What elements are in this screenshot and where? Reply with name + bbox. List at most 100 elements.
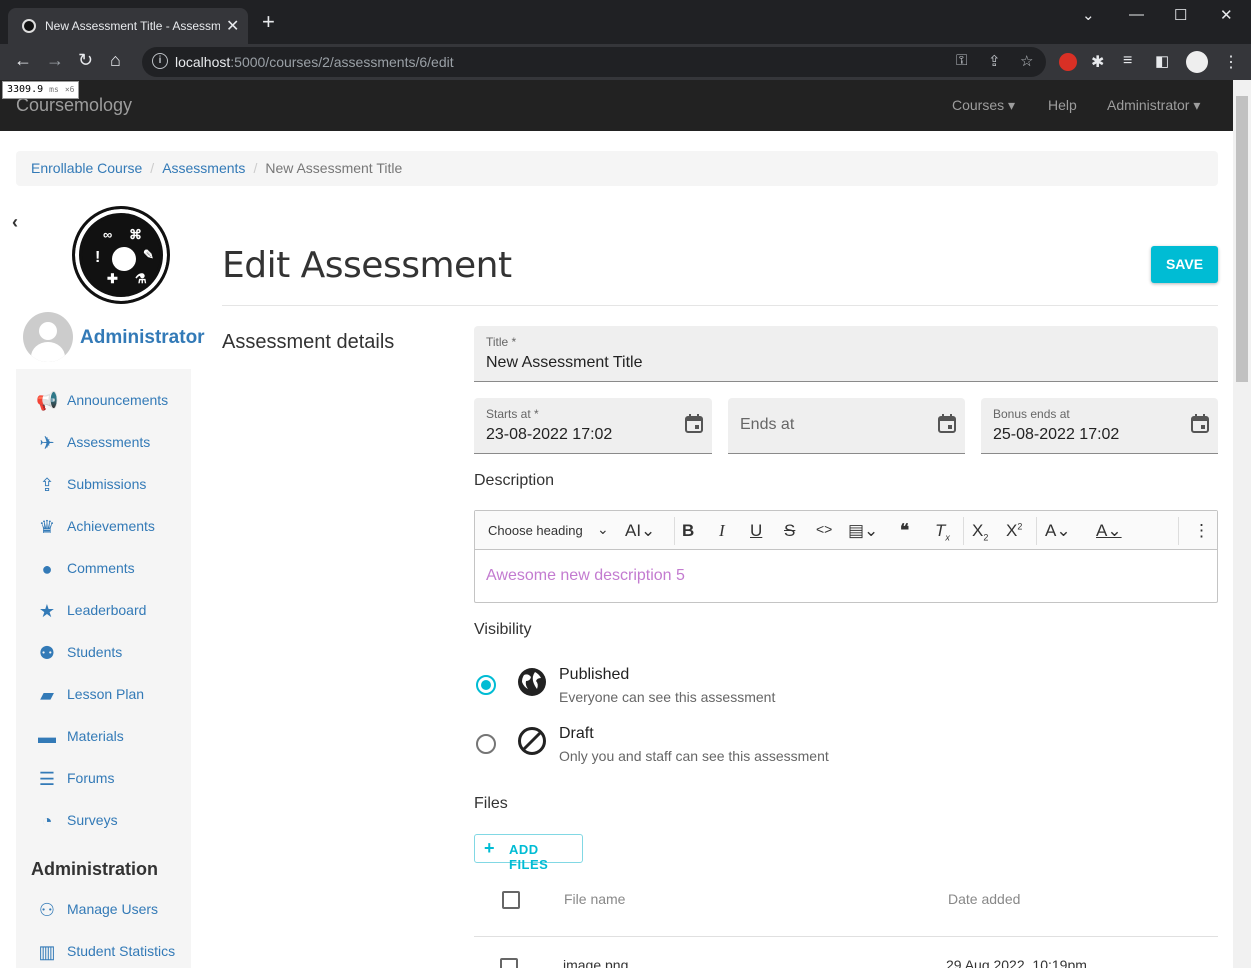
superscript-icon[interactable]: X2 bbox=[1006, 521, 1022, 541]
ends-at-field[interactable]: Ends at bbox=[728, 398, 965, 454]
megaphone-icon: 📢 bbox=[36, 391, 59, 411]
draft-radio[interactable] bbox=[476, 734, 496, 754]
published-title: Published bbox=[559, 666, 630, 683]
extension-red-icon[interactable] bbox=[1059, 53, 1077, 71]
favicon-icon bbox=[22, 19, 36, 33]
pie-chart-icon: ◔ bbox=[41, 811, 53, 831]
underline-icon[interactable]: U bbox=[750, 521, 762, 541]
font-color-icon[interactable]: A⌄ bbox=[1096, 521, 1122, 541]
collapse-sidebar-icon[interactable]: ‹ bbox=[12, 212, 18, 233]
browser-titlebar: New Assessment Title - Assessments ✕ + ⌄… bbox=[0, 0, 1251, 44]
page-scrollbar[interactable] bbox=[1233, 80, 1251, 968]
logo-plus-icon: ✚ bbox=[107, 271, 118, 286]
help-link[interactable]: Help bbox=[1048, 97, 1077, 113]
table-divider bbox=[474, 936, 1218, 937]
profile-avatar[interactable] bbox=[1186, 51, 1208, 73]
published-radio[interactable] bbox=[476, 675, 496, 695]
calendar-icon[interactable] bbox=[684, 414, 704, 434]
user-plus-icon: ⚇ bbox=[38, 900, 56, 920]
username-link[interactable]: Administrator bbox=[80, 327, 205, 349]
blockquote-icon[interactable]: ❝ bbox=[900, 521, 909, 541]
italic-icon[interactable]: I bbox=[719, 521, 725, 541]
extensions-puzzle-icon[interactable]: ✱ bbox=[1091, 52, 1104, 72]
more-options-icon[interactable]: ⋮ bbox=[1193, 521, 1210, 541]
date-added-cell: 29 Aug 2022, 10:19pm bbox=[946, 957, 1087, 968]
folder-icon: ▬ bbox=[38, 727, 56, 747]
strikethrough-icon[interactable]: S bbox=[784, 521, 795, 541]
font-size-icon[interactable]: AI⌄ bbox=[625, 521, 655, 541]
remove-format-icon[interactable]: Tx bbox=[935, 521, 950, 542]
logo-exclaim-icon: ! bbox=[95, 249, 101, 266]
description-content[interactable]: Awesome new description 5 bbox=[486, 567, 685, 585]
administrator-menu[interactable]: Administrator ▾ bbox=[1107, 97, 1200, 114]
breadcrumb-current: New Assessment Title bbox=[265, 160, 403, 176]
share-icon[interactable]: ⇪ bbox=[988, 52, 1001, 70]
breadcrumb: Enrollable Course / Assessments / New Assess… bbox=[16, 151, 1218, 186]
plus-icon: + bbox=[484, 838, 495, 858]
back-icon[interactable]: ← bbox=[14, 50, 32, 71]
bold-icon[interactable]: B bbox=[682, 521, 694, 541]
code-block-icon[interactable]: ▤⌄ bbox=[848, 521, 878, 541]
page-viewport: Coursemology Courses ▾ Help Administrato… bbox=[0, 80, 1233, 968]
trophy-icon: ♛ bbox=[38, 517, 56, 537]
visibility-label: Visibility bbox=[474, 621, 532, 638]
save-button[interactable]: SAVE bbox=[1151, 246, 1218, 283]
title-divider bbox=[222, 305, 1218, 306]
heading-select[interactable]: Choose heading bbox=[488, 523, 583, 538]
media-control-icon[interactable]: ≡ bbox=[1123, 52, 1132, 70]
star-icon: ★ bbox=[38, 601, 56, 621]
url-text: localhost:5000/courses/2/assessments/6/e… bbox=[175, 54, 454, 70]
close-tab-icon[interactable]: ✕ bbox=[226, 16, 239, 36]
maximize-icon[interactable]: ☐ bbox=[1174, 6, 1187, 24]
row-checkbox[interactable] bbox=[500, 958, 518, 968]
select-all-checkbox[interactable] bbox=[502, 891, 520, 909]
published-description: Everyone can see this assessment bbox=[559, 689, 776, 705]
bar-chart-icon: ▥ bbox=[38, 942, 56, 962]
upload-icon: ⇪ bbox=[39, 475, 55, 495]
side-panel-icon[interactable]: ◧ bbox=[1155, 52, 1169, 70]
plane-icon: ✈ bbox=[39, 433, 55, 453]
breadcrumb-assessments-link[interactable]: Assessments bbox=[162, 160, 245, 176]
browser-tab[interactable]: New Assessment Title - Assessments ✕ bbox=[8, 8, 248, 44]
scrollbar-thumb[interactable] bbox=[1236, 96, 1248, 382]
page-title: Edit Assessment bbox=[222, 245, 512, 286]
code-icon[interactable]: <> bbox=[816, 521, 832, 537]
site-info-icon[interactable]: i bbox=[152, 53, 168, 69]
course-logo: ∞ ! ✚ ⚗ ✎ ⌘ bbox=[72, 206, 170, 304]
comments-icon: ● bbox=[41, 559, 53, 579]
date-added-header[interactable]: Date added bbox=[948, 891, 1020, 907]
close-window-icon[interactable]: ✕ bbox=[1220, 6, 1233, 24]
logo-flask-icon: ⚗ bbox=[135, 271, 147, 286]
address-bar[interactable]: i localhost:5000/courses/2/assessments/6… bbox=[142, 47, 1046, 77]
reload-icon[interactable]: ↻ bbox=[78, 50, 93, 71]
list-icon: ☰ bbox=[38, 769, 56, 789]
user-avatar[interactable] bbox=[23, 312, 73, 362]
tab-title: New Assessment Title - Assessments bbox=[45, 19, 220, 33]
tab-search-icon[interactable]: ⌄ bbox=[1082, 6, 1095, 24]
key-icon[interactable]: ⚿ bbox=[956, 52, 967, 69]
starts-at-field[interactable]: Starts at * 23-08-2022 17:02 bbox=[474, 398, 712, 454]
calendar-icon[interactable] bbox=[937, 414, 957, 434]
files-label: Files bbox=[474, 795, 508, 812]
subscript-icon[interactable]: X2 bbox=[972, 521, 988, 542]
forward-icon[interactable]: → bbox=[46, 50, 64, 71]
breadcrumb-course-link[interactable]: Enrollable Course bbox=[31, 160, 142, 176]
browser-menu-icon[interactable]: ⋮ bbox=[1223, 52, 1239, 72]
logo-pen-icon: ✎ bbox=[143, 247, 154, 262]
add-files-button[interactable]: + ADD FILES bbox=[474, 834, 583, 872]
title-field[interactable]: Title * New Assessment Title bbox=[474, 326, 1218, 382]
home-icon[interactable]: ⌂ bbox=[110, 50, 121, 71]
file-name-header[interactable]: File name bbox=[564, 891, 625, 907]
bookmark-star-icon[interactable]: ☆ bbox=[1020, 52, 1033, 70]
bonus-ends-at-field[interactable]: Bonus ends at 25-08-2022 17:02 bbox=[981, 398, 1218, 454]
minimize-icon[interactable]: — bbox=[1129, 6, 1144, 23]
courses-menu[interactable]: Courses ▾ bbox=[952, 97, 1015, 114]
draft-description: Only you and staff can see this assessme… bbox=[559, 748, 829, 764]
new-tab-icon[interactable]: + bbox=[262, 11, 275, 33]
font-family-icon[interactable]: A⌄ bbox=[1045, 521, 1071, 541]
calendar-icon[interactable] bbox=[1190, 414, 1210, 434]
chevron-down-icon: ⌄ bbox=[597, 521, 609, 537]
description-editor[interactable]: Choose heading ⌄ AI⌄ B I U S <> ▤⌄ ❝ Tx … bbox=[474, 510, 1218, 603]
file-name-cell[interactable]: image.png bbox=[563, 957, 628, 968]
users-icon: ⚉ bbox=[38, 643, 56, 663]
